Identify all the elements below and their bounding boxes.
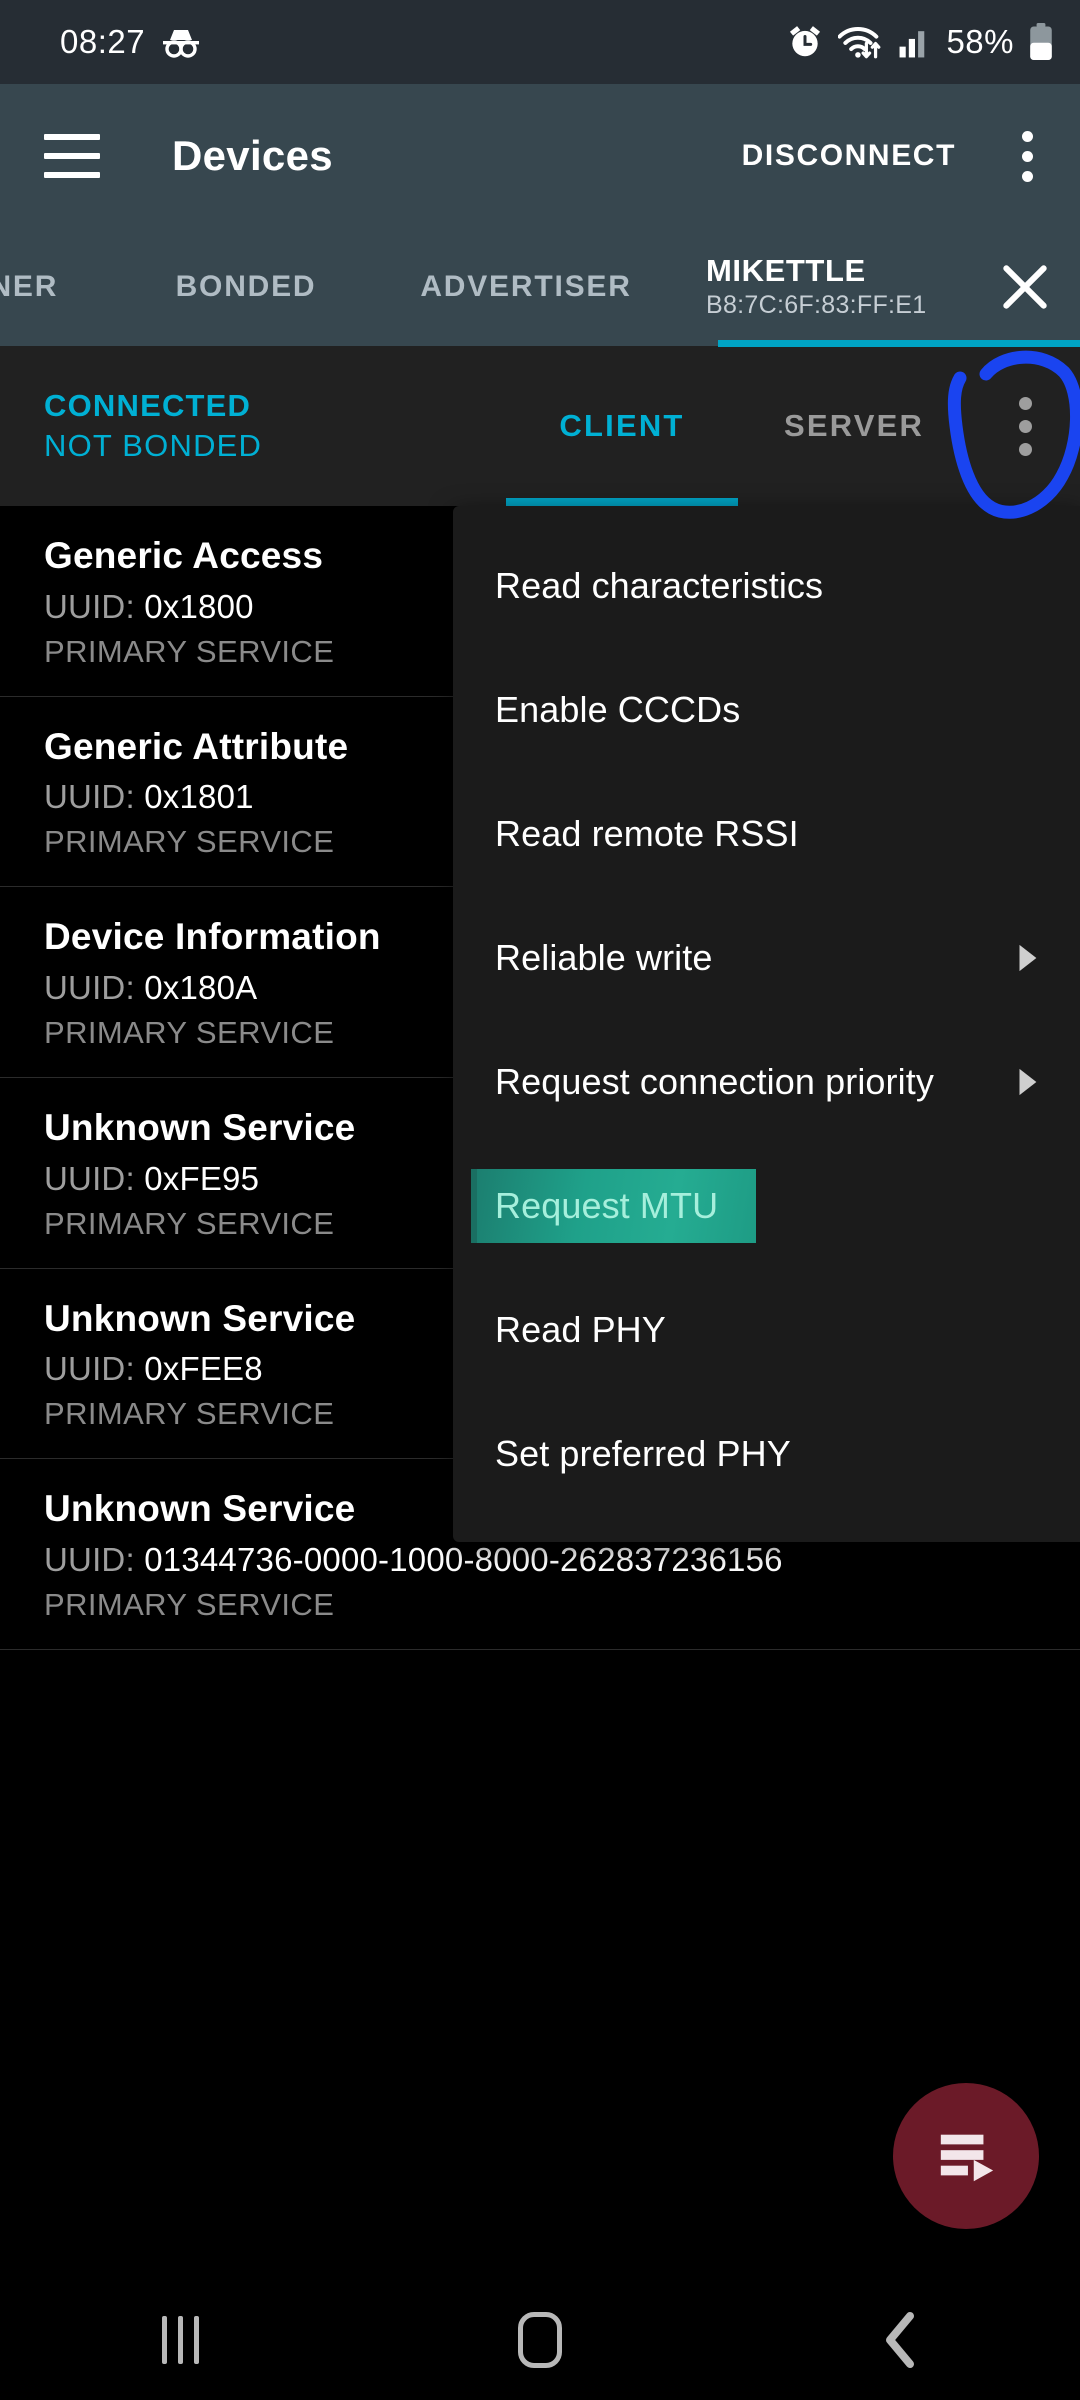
- uuid-label: UUID:: [44, 1540, 135, 1578]
- tab-mikettle[interactable]: MIKETTLE B8:7C:6F:83:FF:E1: [676, 228, 970, 346]
- tab-advertiser[interactable]: ADVERTISER: [376, 228, 676, 346]
- uuid-label: UUID:: [44, 1159, 135, 1197]
- menu-item-request-mtu[interactable]: Request MTU: [453, 1144, 1080, 1268]
- wifi-transfer-icon: [838, 23, 884, 61]
- tab-server[interactable]: SERVER: [738, 346, 970, 506]
- system-nav-bar: [0, 2280, 1080, 2400]
- disconnect-button[interactable]: DISCONNECT: [726, 125, 972, 187]
- uuid-value: 0x180A: [144, 968, 258, 1006]
- tab-client[interactable]: CLIENT: [506, 346, 738, 506]
- submenu-arrow-icon: [1014, 1067, 1040, 1097]
- uuid-value: 0x1800: [144, 587, 254, 625]
- incognito-icon: [161, 26, 201, 58]
- battery-icon: [1028, 23, 1054, 61]
- service-uuid: UUID: 01344736-0000-1000-8000-2628372361…: [44, 1541, 1080, 1579]
- back-icon[interactable]: [800, 2280, 1000, 2400]
- menu-item-label: Reliable write: [495, 937, 713, 978]
- menu-item-enable-cccds[interactable]: Enable CCCDs: [453, 648, 1080, 772]
- page-title: Devices: [172, 132, 333, 179]
- client-overflow-popup-menu: Read characteristics Enable CCCDs Read r…: [453, 506, 1080, 1542]
- connection-status-bar: CONNECTED NOT BONDED CLIENT SERVER: [0, 346, 1080, 506]
- connection-state: CONNECTED: [44, 388, 252, 424]
- service-type: PRIMARY SERVICE: [44, 1586, 335, 1622]
- recents-icon[interactable]: [80, 2280, 280, 2400]
- uuid-value: 0xFEE8: [144, 1350, 263, 1388]
- menu-item-label: Enable CCCDs: [495, 689, 741, 730]
- hamburger-menu-icon[interactable]: [44, 134, 100, 178]
- phone-screen: 08:27 58% Devices DISCONNECT NER BONDED …: [0, 0, 1080, 2400]
- battery-percent-label: 58%: [946, 23, 1014, 60]
- connection-state-block: CONNECTED NOT BONDED: [0, 386, 262, 465]
- client-overflow-menu-icon[interactable]: [970, 346, 1080, 506]
- home-icon[interactable]: [440, 2280, 640, 2400]
- uuid-value: 0xFE95: [144, 1159, 260, 1197]
- menu-item-request-connection-priority[interactable]: Request connection priority: [453, 1020, 1080, 1144]
- uuid-value: 0x1801: [144, 778, 254, 816]
- tab-device-name: MIKETTLE: [706, 252, 866, 288]
- menu-item-label: Read remote RSSI: [495, 813, 799, 854]
- menu-item-read-characteristics[interactable]: Read characteristics: [453, 524, 1080, 648]
- submenu-arrow-icon: [1014, 943, 1040, 973]
- status-clock: 08:27: [60, 23, 146, 60]
- uuid-label: UUID:: [44, 968, 135, 1006]
- device-tabs: NNER BONDED ADVERTISER MIKETTLE B8:7C:6F…: [0, 228, 1080, 346]
- menu-item-reliable-write[interactable]: Reliable write: [453, 896, 1080, 1020]
- bond-state: NOT BONDED: [44, 428, 263, 463]
- menu-item-label: Read characteristics: [495, 565, 824, 606]
- uuid-value: 01344736-0000-1000-8000-262837236156: [144, 1540, 783, 1578]
- tab-bonded[interactable]: BONDED: [116, 228, 376, 346]
- cellular-signal-icon: [898, 25, 932, 59]
- overflow-menu-icon[interactable]: [998, 119, 1056, 193]
- tab-scanner[interactable]: NNER: [0, 228, 116, 346]
- log-play-icon: [933, 2125, 999, 2187]
- menu-item-highlight: Request MTU: [477, 1169, 757, 1243]
- menu-item-label: Request connection priority: [495, 1061, 934, 1102]
- active-tab-indicator: [718, 340, 1080, 347]
- alarm-clock-icon: [786, 23, 824, 61]
- menu-item-set-preferred-phy[interactable]: Set preferred PHY: [453, 1392, 1080, 1516]
- uuid-label: UUID:: [44, 1350, 135, 1388]
- menu-item-label: Set preferred PHY: [495, 1433, 791, 1474]
- menu-item-label: Request MTU: [495, 1185, 719, 1226]
- status-bar-right: 58%: [786, 23, 1054, 61]
- status-bar-left: 08:27: [60, 23, 201, 61]
- log-fab-button[interactable]: [893, 2083, 1039, 2229]
- app-bar: Devices DISCONNECT: [0, 84, 1080, 228]
- uuid-label: UUID:: [44, 587, 135, 625]
- menu-item-read-phy[interactable]: Read PHY: [453, 1268, 1080, 1392]
- app-bar-actions: DISCONNECT: [726, 119, 1056, 193]
- tab-device-mac: B8:7C:6F:83:FF:E1: [706, 291, 927, 320]
- client-server-tabs: CLIENT SERVER: [506, 346, 1080, 506]
- menu-item-read-remote-rssi[interactable]: Read remote RSSI: [453, 772, 1080, 896]
- status-bar: 08:27 58%: [0, 0, 1080, 84]
- menu-item-label: Read PHY: [495, 1309, 666, 1350]
- uuid-label: UUID:: [44, 778, 135, 816]
- close-icon[interactable]: [970, 228, 1080, 346]
